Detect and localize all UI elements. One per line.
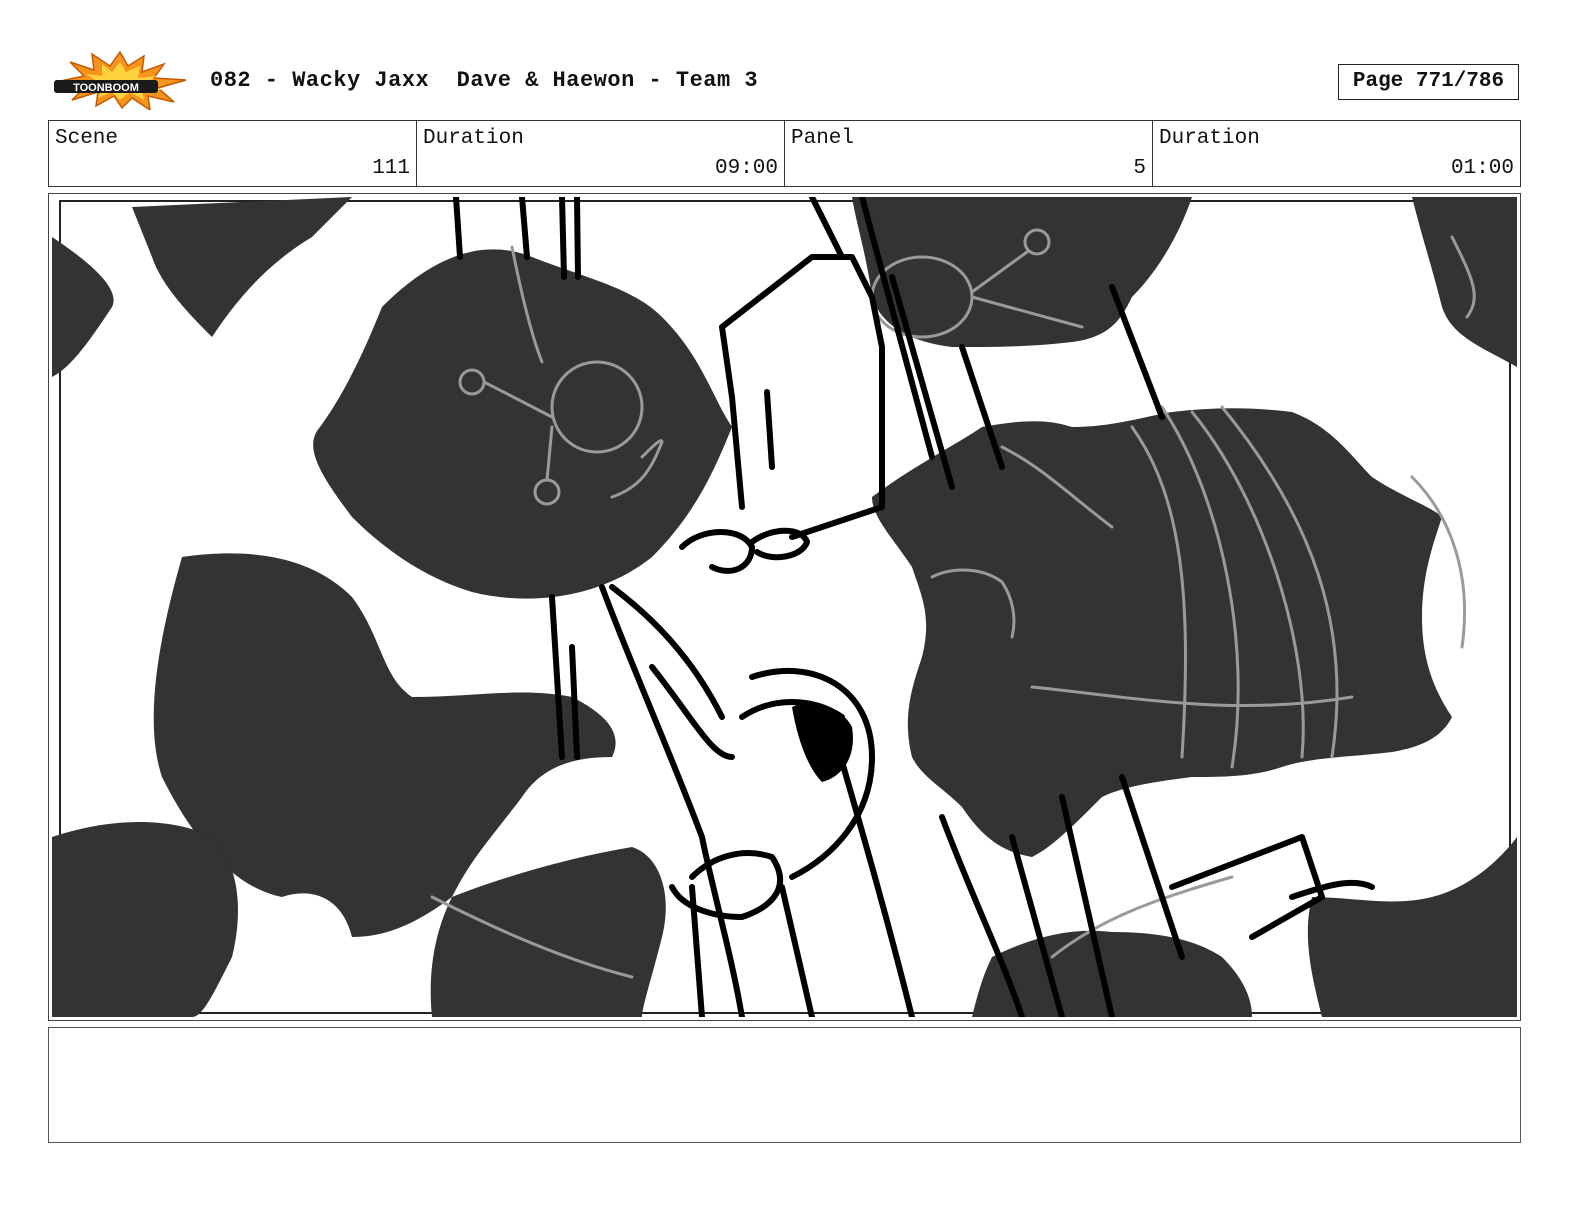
- panel-value: 5: [1133, 157, 1146, 180]
- panel-duration-cell: Duration 01:00: [1153, 121, 1520, 186]
- scene-duration-cell: Duration 09:00: [417, 121, 785, 186]
- panel-cell: Panel 5: [785, 121, 1153, 186]
- toonboom-logo: TOONBOOM: [54, 50, 187, 110]
- scene-cell: Scene 111: [49, 121, 417, 186]
- scene-duration-label: Duration: [423, 127, 524, 150]
- panel-label: Panel: [791, 127, 855, 150]
- storyboard-title: 082 - Wacky Jaxx Dave & Haewon - Team 3: [210, 68, 759, 93]
- panel-info-row: Scene 111 Duration 09:00 Panel 5 Duratio…: [48, 120, 1521, 187]
- page-indicator: Page 771/786: [1338, 64, 1519, 100]
- panel-duration-value: 01:00: [1450, 157, 1514, 180]
- logo-text: TOONBOOM: [73, 82, 139, 94]
- panel-duration-label: Duration: [1159, 127, 1260, 150]
- scene-duration-value: 09:00: [714, 157, 778, 180]
- scene-label: Scene: [55, 127, 119, 150]
- panel-drawing: [52, 197, 1517, 1017]
- scene-value: 111: [372, 157, 410, 180]
- panel-notes-box: [48, 1027, 1521, 1143]
